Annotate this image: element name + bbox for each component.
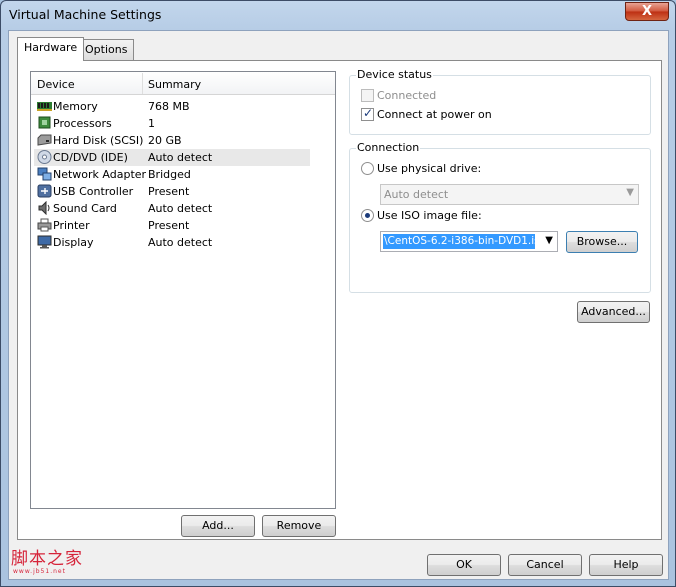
hard-disk-icon [37,134,52,146]
list-header: Device Summary [31,72,335,95]
physical-drive-value: Auto detect [384,188,449,201]
device-status-title: Device status [356,68,433,81]
iso-path-input[interactable]: \CentOS-6.2-i386-bin-DVD1.iso [383,234,535,249]
device-row-printer[interactable]: Printer Present [34,217,310,234]
cancel-button-label: Cancel [526,558,564,571]
use-iso-image-label: Use ISO image file: [377,209,482,222]
device-row-cd-dvd[interactable]: CD/DVD (IDE) Auto detect [34,149,310,166]
printer-icon [37,218,52,232]
watermark-text: 脚本之家 [11,549,83,569]
connection-title: Connection [356,141,421,154]
device-row-sound-card[interactable]: Sound Card Auto detect [34,200,310,217]
device-row-memory[interactable]: Memory 768 MB [34,98,310,115]
add-button-label: Add... [202,519,234,532]
device-status-group: Device status Connected ✓ Connect at pow… [349,68,651,135]
device-summary: Auto detect [148,151,213,164]
dialog-client-area: Hardware Options Device Summary Memory 7… [8,30,669,580]
use-iso-image-radio[interactable] [361,209,374,222]
device-summary: Present [148,219,190,232]
device-name: Display [53,236,94,249]
device-row-hard-disk[interactable]: Hard Disk (SCSI) 20 GB [34,132,310,149]
usb-icon [37,184,52,198]
device-name: Memory [53,100,98,113]
device-row-processors[interactable]: Processors 1 [34,115,310,132]
device-name: Printer [53,219,90,232]
sound-card-icon [38,201,50,215]
close-button[interactable]: X [625,2,669,21]
device-row-usb-controller[interactable]: USB Controller Present [34,183,310,200]
tab-hardware[interactable]: Hardware [17,37,85,61]
connected-checkbox[interactable] [361,89,374,102]
physical-drive-select[interactable]: Auto detect ▼ [380,184,639,205]
device-name: Network Adapter [53,168,147,181]
help-button[interactable]: Help [589,554,663,576]
watermark-url: www.jb51.net [13,568,66,575]
use-physical-drive-radio[interactable] [361,162,374,175]
remove-button-label: Remove [276,519,322,532]
add-button[interactable]: Add... [181,515,255,537]
watermark: 脚本之家 www.jb51.net [11,544,83,575]
device-summary: Auto detect [148,236,213,249]
help-button-label: Help [613,558,639,571]
advanced-button-label: Advanced... [581,305,646,318]
checkmark-icon: ✓ [363,106,374,120]
window-title: Virtual Machine Settings [9,7,162,22]
browse-button-label: Browse... [576,235,628,248]
hardware-panel: Device Summary Memory 768 MB Processors … [17,60,662,540]
device-summary: 768 MB [148,100,190,113]
column-divider[interactable] [142,73,143,94]
device-summary: Auto detect [148,202,213,215]
device-summary: 1 [148,117,155,130]
tab-options[interactable]: Options [78,39,135,61]
ok-button-label: OK [456,558,472,571]
radio-selected-dot [365,213,370,218]
connect-at-power-on-label: Connect at power on [377,108,492,121]
device-row-network-adapter[interactable]: Network Adapter Bridged [34,166,310,183]
advanced-button[interactable]: Advanced... [577,301,650,323]
processor-icon [38,116,51,129]
chevron-down-icon[interactable]: ▼ [545,235,553,246]
device-summary: 20 GB [148,134,182,147]
device-list[interactable]: Device Summary Memory 768 MB Processors … [30,71,336,509]
device-name: USB Controller [53,185,134,198]
use-physical-drive-label: Use physical drive: [377,162,482,175]
device-summary: Bridged [148,168,191,181]
browse-button[interactable]: Browse... [566,231,638,253]
device-summary: Present [148,185,190,198]
display-icon [37,235,52,249]
connect-at-power-on-checkbox[interactable]: ✓ [361,106,374,121]
remove-button[interactable]: Remove [262,515,336,537]
cd-dvd-icon [37,150,52,164]
connected-label: Connected [377,89,437,102]
device-row-display[interactable]: Display Auto detect [34,234,310,251]
device-name: Hard Disk (SCSI) [53,134,144,147]
column-header-summary[interactable]: Summary [148,78,201,91]
network-adapter-icon [37,167,52,181]
ok-button[interactable]: OK [427,554,501,576]
title-bar[interactable]: Virtual Machine Settings X [1,1,675,31]
cancel-button[interactable]: Cancel [508,554,582,576]
device-name: CD/DVD (IDE) [53,151,128,164]
connection-group: Connection Use physical drive: Auto dete… [349,141,651,293]
chevron-down-icon: ▼ [626,187,634,198]
iso-path-combo[interactable]: \CentOS-6.2-i386-bin-DVD1.iso ▼ [380,231,558,252]
device-name: Processors [53,117,112,130]
column-header-device[interactable]: Device [37,78,75,91]
settings-window: Virtual Machine Settings X Hardware Opti… [0,0,676,587]
device-name: Sound Card [53,202,117,215]
memory-icon [37,102,52,111]
